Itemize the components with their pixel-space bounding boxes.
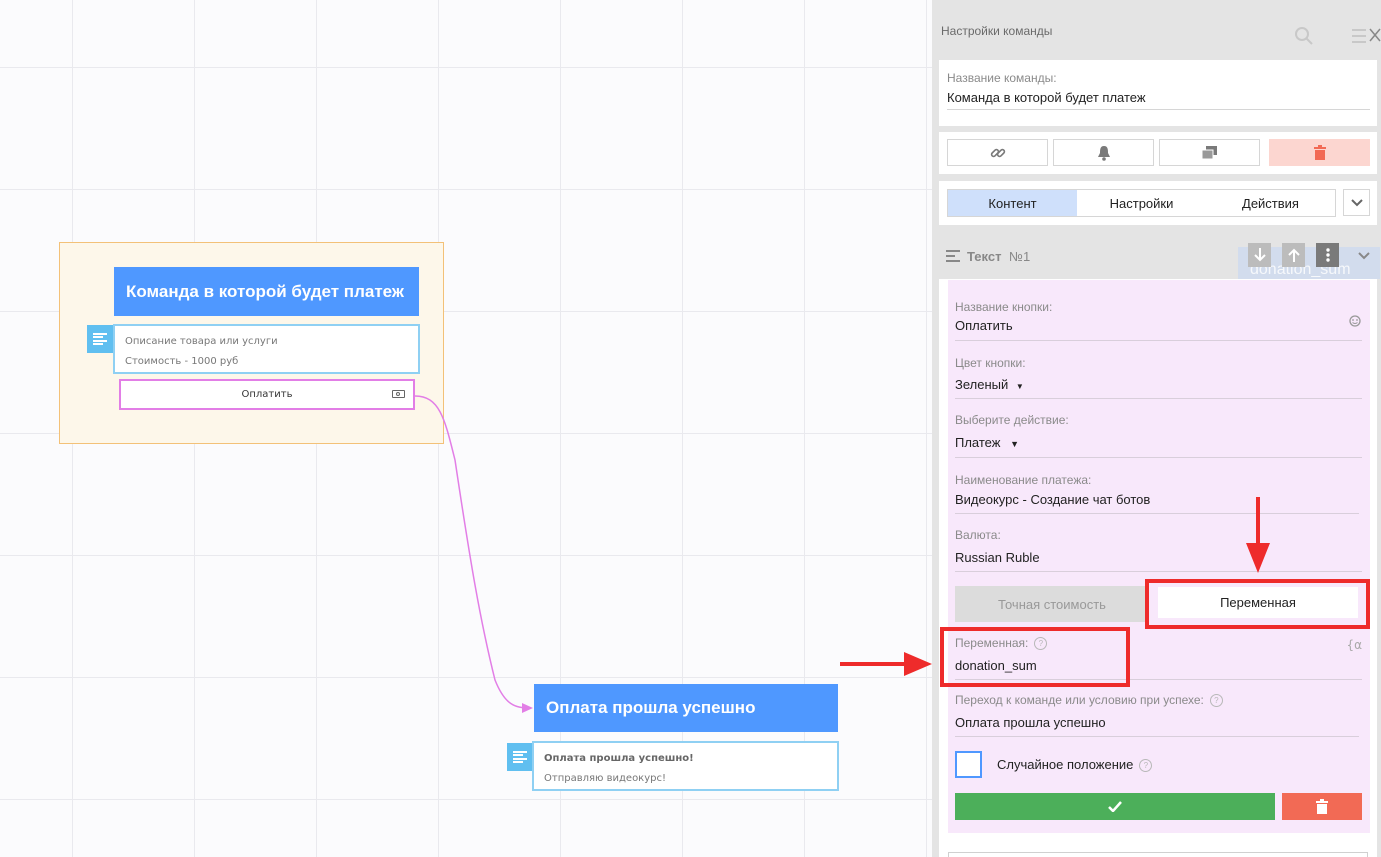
annotation-arrow — [840, 652, 932, 676]
variable-insert-icon[interactable]: {α — [1346, 638, 1362, 652]
notification-button[interactable] — [1053, 139, 1154, 166]
message-line: Оплата прошла успешно! — [544, 753, 694, 764]
success-transition-field[interactable]: Переход к команде или условию при успехе… — [955, 693, 1359, 737]
collapse-button[interactable] — [1343, 189, 1370, 216]
copy-button[interactable] — [1159, 139, 1260, 166]
field-label: Цвет кнопки: — [955, 356, 1026, 370]
more-button[interactable] — [1316, 243, 1339, 267]
move-up-button[interactable] — [1282, 243, 1305, 267]
dropdown-caret-icon: ▼ — [1010, 439, 1020, 449]
confirm-button[interactable] — [955, 793, 1275, 820]
more-vertical-icon — [1325, 248, 1330, 262]
tabs: Контент Настройки Действия — [947, 189, 1336, 217]
payment-name-field[interactable]: Наименование платежа: Видеокурс - Создан… — [955, 473, 1359, 514]
menu-icon[interactable] — [1352, 28, 1370, 44]
field-label: Выберите действие: — [955, 413, 1069, 427]
random-position-checkbox[interactable] — [955, 751, 982, 778]
message-line: Отправляю видеокурс! — [544, 773, 666, 784]
chevron-down-icon[interactable] — [1358, 252, 1370, 260]
move-down-button[interactable] — [1248, 243, 1271, 267]
button-name-field[interactable]: Название кнопки: Оплатить — [955, 300, 1362, 341]
field-label: Переход к команде или условию при успехе… — [955, 693, 1223, 708]
action-field[interactable]: Выберите действие: Платеж ▼ — [955, 413, 1362, 458]
button-name-input[interactable]: Оплатить — [955, 318, 1013, 333]
button-color-field[interactable]: Цвет кнопки: Зеленый ▼ — [955, 356, 1362, 399]
tab-settings[interactable]: Настройки — [1077, 190, 1206, 216]
random-position-label: Случайное положение? — [997, 757, 1153, 773]
chevron-down-icon — [1350, 198, 1363, 206]
command-title[interactable]: Оплата прошла успешно — [534, 684, 838, 732]
trash-icon — [1316, 799, 1328, 814]
delete-button-button[interactable] — [1282, 793, 1362, 820]
trash-icon — [1313, 145, 1326, 160]
link-button[interactable] — [947, 139, 1048, 166]
arrow-up-icon — [1287, 248, 1300, 262]
link-icon — [990, 148, 1005, 157]
tab-actions[interactable]: Действия — [1206, 190, 1335, 216]
highlight-frame — [1145, 579, 1370, 629]
command-name-input[interactable]: Команда в которой будет платеж — [947, 90, 1146, 105]
annotation-arrow — [1246, 497, 1270, 573]
text-block-icon — [507, 743, 533, 771]
tab-content[interactable]: Контент — [948, 190, 1077, 216]
arrow-down-icon — [1253, 248, 1266, 262]
highlight-frame — [940, 627, 1130, 687]
copy-icon — [1201, 145, 1217, 159]
panel-title: Настройки команды — [941, 24, 1053, 38]
next-block-edge — [948, 852, 1368, 857]
search-icon[interactable] — [1294, 26, 1314, 46]
bell-icon — [1097, 145, 1110, 161]
message-block[interactable]: Оплата прошла успешно! Отправляю видеоку… — [532, 741, 839, 791]
command-name-label: Название команды: — [947, 71, 1057, 85]
button-color-select[interactable]: Зеленый ▼ — [955, 377, 1024, 392]
help-icon[interactable]: ? — [1209, 694, 1223, 708]
section-number: №1 — [1009, 249, 1031, 264]
payment-name-input[interactable]: Видеокурс - Создание чат ботов — [955, 492, 1150, 507]
exact-price-toggle[interactable]: Точная стоимость — [955, 586, 1149, 622]
currency-select[interactable]: Russian Ruble — [955, 550, 1040, 565]
success-command-input[interactable]: Оплата прошла успешно — [955, 715, 1106, 730]
field-label: Наименование платежа: — [955, 473, 1092, 487]
flow-canvas[interactable]: Команда в которой будет платеж Описание … — [0, 0, 932, 857]
help-icon[interactable]: ? — [1139, 759, 1153, 773]
delete-command-button[interactable] — [1269, 139, 1370, 166]
currency-field[interactable]: Валюта: Russian Ruble — [955, 528, 1362, 572]
field-label: Валюта: — [955, 528, 1001, 542]
text-section-icon — [946, 250, 960, 266]
action-value: Платеж — [955, 435, 1001, 450]
field-label: Название кнопки: — [955, 300, 1053, 314]
command-name-card: Название команды: Команда в которой буде… — [939, 60, 1377, 126]
emoji-icon[interactable] — [1349, 315, 1361, 327]
button-color-value: Зеленый — [955, 377, 1009, 392]
action-select[interactable]: Платеж ▼ — [955, 435, 1019, 450]
dropdown-caret-icon: ▼ — [1015, 382, 1024, 391]
check-icon — [1108, 801, 1122, 812]
close-icon[interactable] — [1369, 28, 1381, 42]
section-title: Текст — [967, 249, 1002, 264]
